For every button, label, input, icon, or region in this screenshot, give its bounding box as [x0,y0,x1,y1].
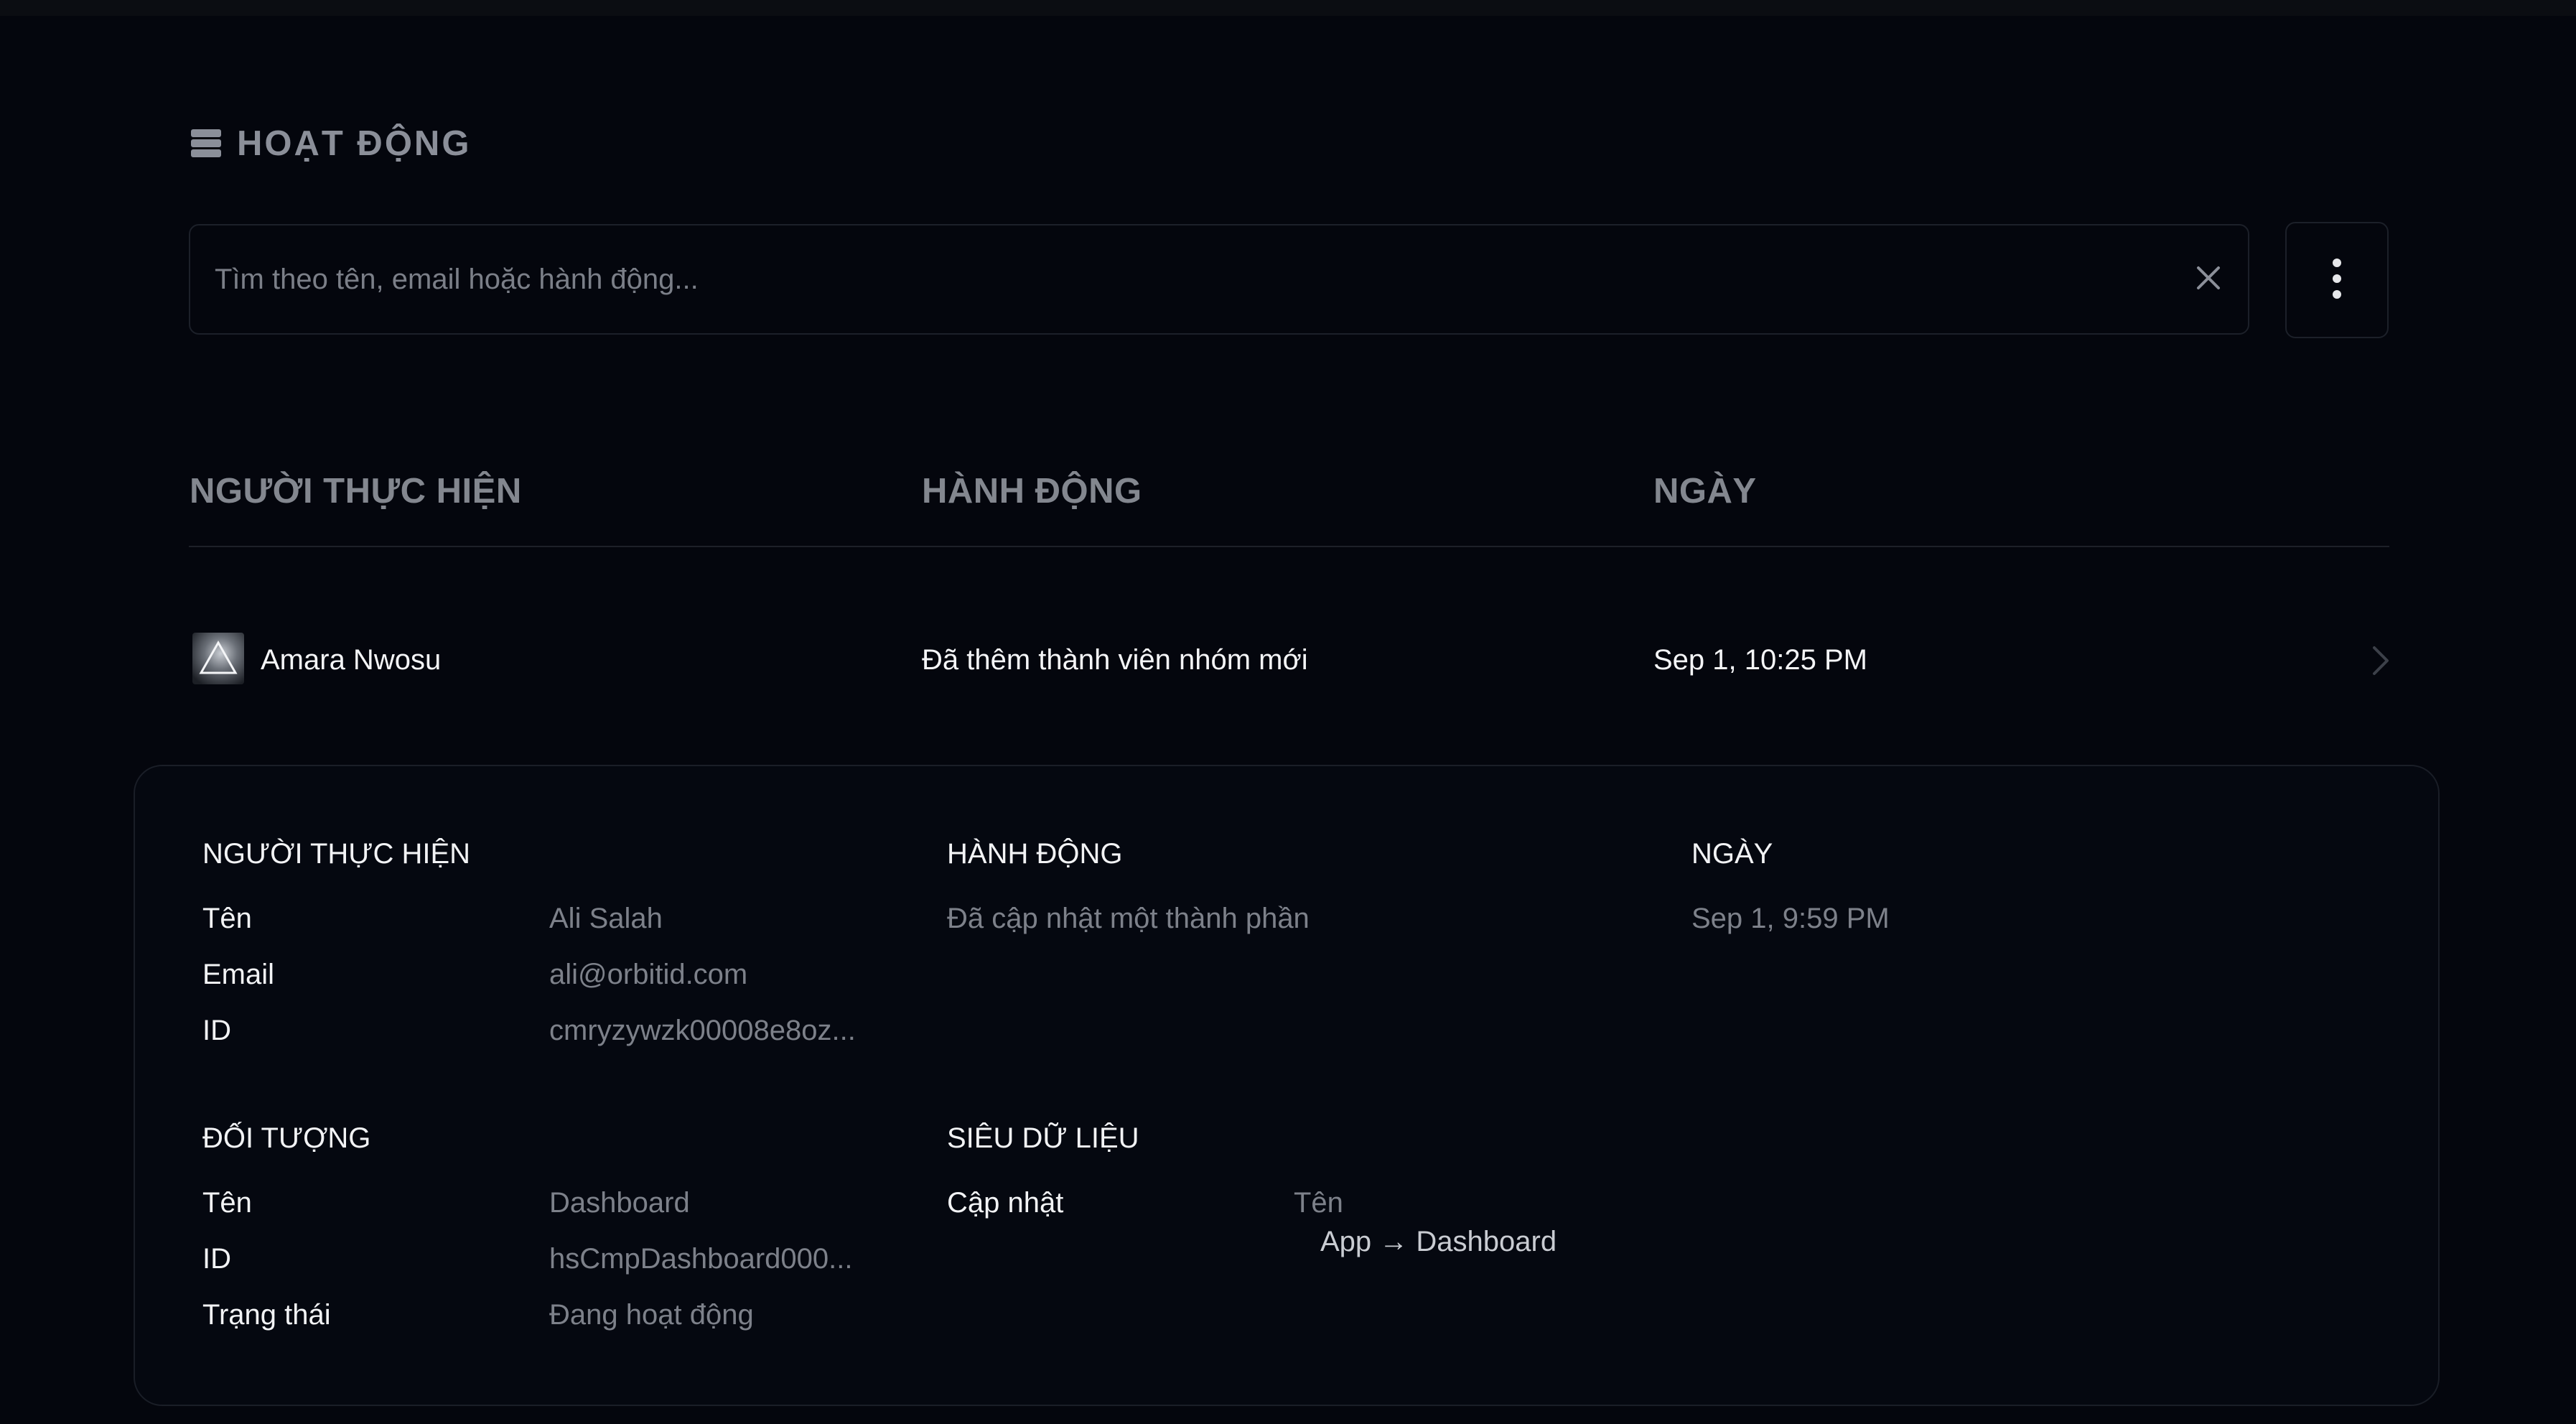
action-text: Đã thêm thành viên nhóm mới [922,644,1308,676]
detail-object-status-label: Trạng thái [202,1299,331,1331]
table-row[interactable]: Amara Nwosu Đã thêm thành viên nhóm mới … [189,618,2389,704]
search-box [189,224,2249,335]
date-text: Sep 1, 10:25 PM [1653,644,1867,676]
detail-actor-heading: NGƯỜI THỰC HIỆN [202,838,471,870]
detail-metadata-field: Tên [1294,1187,1343,1219]
avatar [192,633,244,684]
detail-actor-name: Ali Salah [549,903,663,934]
change-to: Dashboard [1416,1226,1557,1257]
section-title: HOẠT ĐỘNG [237,124,472,163]
detail-actor-email-label: Email [202,959,275,990]
more-options-button[interactable] [2285,222,2389,338]
detail-date-value: Sep 1, 9:59 PM [1691,903,1890,934]
detail-actor-id-label: ID [202,1015,231,1046]
detail-action-heading: HÀNH ĐỘNG [947,838,1123,870]
detail-object-heading: ĐỐI TƯỢNG [202,1122,371,1154]
detail-actor-email: ali@orbitid.com [549,959,748,990]
detail-object-name: Dashboard [549,1187,690,1219]
detail-object-id-label: ID [202,1243,231,1275]
clear-search-button[interactable] [2169,225,2248,333]
column-header-actor[interactable]: NGƯỜI THỰC HIỆN [190,460,522,523]
detail-metadata-change: App → Dashboard [1320,1226,1557,1258]
change-from: App [1320,1226,1372,1257]
detail-object-name-label: Tên [202,1187,252,1219]
top-bar [0,0,2576,16]
detail-actor-name-label: Tên [202,903,252,934]
column-header-action[interactable]: HÀNH ĐỘNG [922,460,1142,523]
detail-metadata-update-label: Cập nhật [947,1187,1064,1219]
actor-name: Amara Nwosu [261,644,442,676]
detail-date-heading: NGÀY [1691,838,1773,870]
more-vertical-icon [2331,257,2343,304]
detail-object-status: Đang hoạt động [549,1299,754,1331]
arrow-right-icon: → [1379,1226,1409,1257]
column-header-date[interactable]: NGÀY [1653,460,1757,523]
chevron-right-icon[interactable] [2366,643,2394,678]
detail-panel: NGƯỜI THỰC HIỆN Tên Ali Salah Email ali@… [134,765,2440,1406]
stack-icon [191,128,223,159]
section-header: HOẠT ĐỘNG [191,121,471,167]
table-header: NGƯỜI THỰC HIỆN HÀNH ĐỘNG NGÀY [189,460,2389,547]
detail-object-id: hsCmpDashboard000... [549,1243,853,1275]
detail-actor-id: cmryzywzk00008e8oz... [549,1015,856,1046]
detail-metadata-heading: SIÊU DỮ LIỆU [947,1122,1139,1154]
search-input[interactable] [190,225,2169,334]
detail-action-value: Đã cập nhật một thành phần [947,903,1310,934]
close-icon [2195,265,2221,294]
